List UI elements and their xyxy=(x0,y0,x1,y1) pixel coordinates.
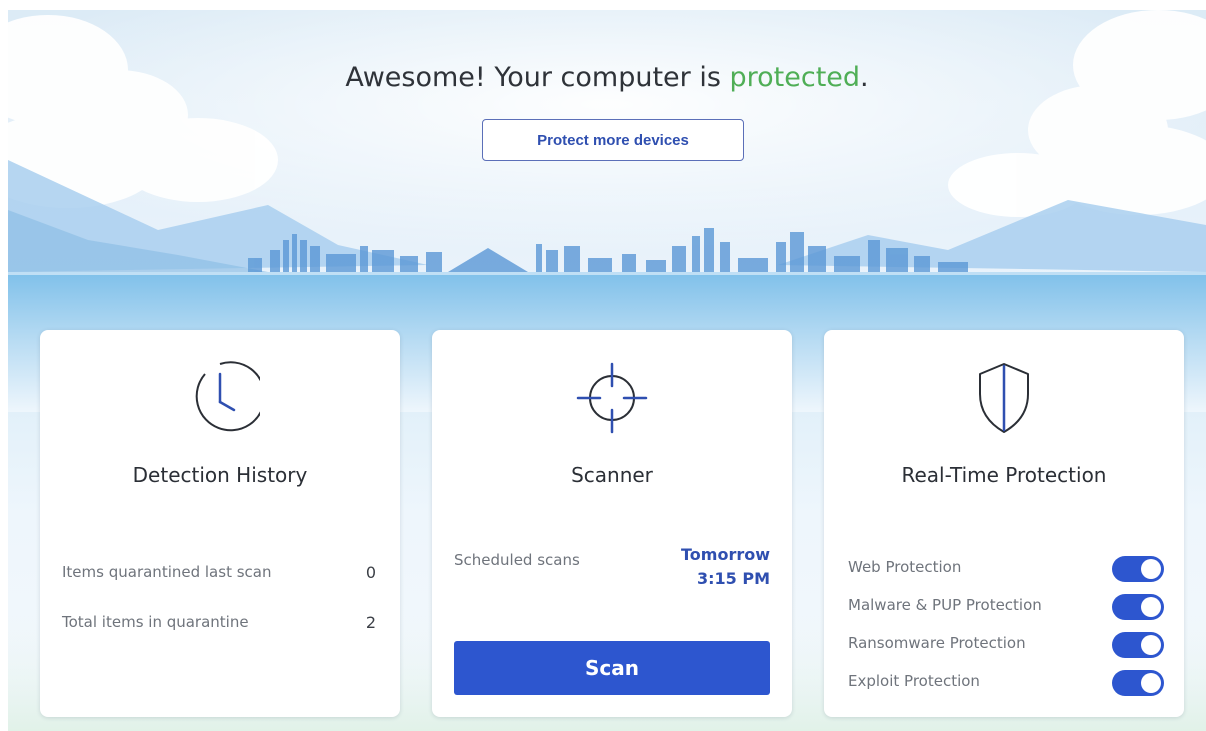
exploit-protection-label: Exploit Protection xyxy=(848,672,980,690)
status-word: protected xyxy=(729,62,861,93)
ransomware-protection-toggle[interactable] xyxy=(1112,632,1164,658)
items-quarantined-last-scan-value: 0 xyxy=(365,563,376,582)
malware-pup-protection-label: Malware & PUP Protection xyxy=(848,596,1042,614)
scan-button[interactable]: Scan xyxy=(454,641,770,695)
crosshair-icon xyxy=(576,362,648,434)
items-quarantined-last-scan-label: Items quarantined last scan xyxy=(62,563,272,581)
detection-history-card[interactable]: Detection History Items quarantined last… xyxy=(40,330,400,717)
malware-pup-protection-toggle[interactable] xyxy=(1112,594,1164,620)
protect-more-devices-button[interactable]: Protect more devices xyxy=(482,119,744,161)
toggle-row-malware-protection: Malware & PUP Protection xyxy=(848,592,1164,620)
clock-icon xyxy=(195,361,260,432)
dashboard: Awesome! Your computer is protected. Pro… xyxy=(8,10,1206,731)
ransomware-protection-label: Ransomware Protection xyxy=(848,634,1026,652)
toggle-knob xyxy=(1141,559,1161,579)
toggle-row-web-protection: Web Protection xyxy=(848,554,1164,582)
scanner-card[interactable]: Scanner Scheduled scans Tomorrow 3:15 PM… xyxy=(432,330,792,717)
web-protection-toggle[interactable] xyxy=(1112,556,1164,582)
shield-icon xyxy=(979,363,1029,433)
status-headline: Awesome! Your computer is protected. xyxy=(8,60,1206,96)
scheduled-scan-day: Tomorrow xyxy=(681,545,770,564)
scheduled-scan-time[interactable]: Tomorrow 3:15 PM xyxy=(681,543,770,591)
scanner-title: Scanner xyxy=(571,463,653,487)
toggle-row-exploit-protection: Exploit Protection xyxy=(848,668,1164,696)
status-headline-prefix: Awesome! Your computer is xyxy=(345,62,730,93)
exploit-protection-toggle[interactable] xyxy=(1112,670,1164,696)
detection-history-title: Detection History xyxy=(132,463,308,487)
toggle-knob xyxy=(1141,635,1161,655)
toggle-row-ransomware-protection: Ransomware Protection xyxy=(848,630,1164,658)
scheduled-scan-clock: 3:15 PM xyxy=(696,569,770,588)
toggle-knob xyxy=(1141,597,1161,617)
realtime-protection-title: Real-Time Protection xyxy=(901,463,1107,487)
realtime-protection-card[interactable]: Real-Time Protection Web Protection Malw… xyxy=(824,330,1184,717)
total-items-in-quarantine-value: 2 xyxy=(365,613,376,632)
web-protection-label: Web Protection xyxy=(848,558,962,576)
scheduled-scans-label: Scheduled scans xyxy=(454,551,580,569)
toggle-knob xyxy=(1141,673,1161,693)
total-items-in-quarantine-label: Total items in quarantine xyxy=(62,613,249,631)
status-headline-suffix: . xyxy=(860,62,869,93)
